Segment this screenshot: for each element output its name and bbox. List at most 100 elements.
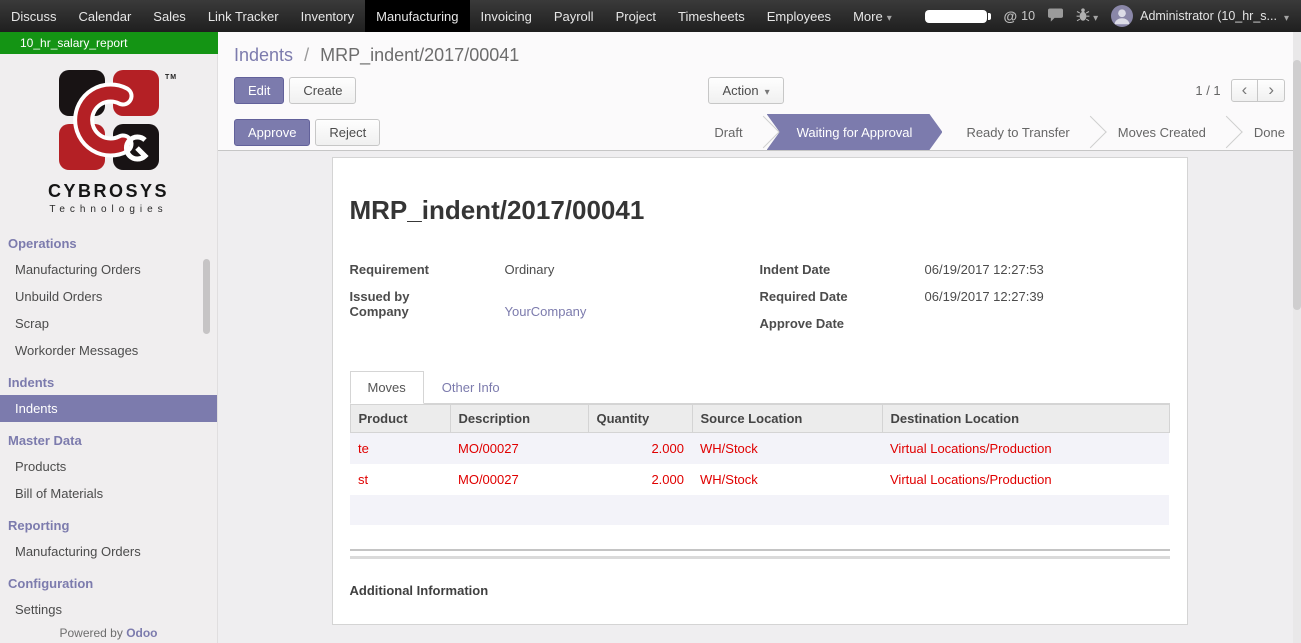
pager-value: 1 / 1 — [1195, 83, 1220, 98]
cell-quantity: 2.000 — [588, 464, 692, 495]
issued-by-company-label: Issued by Company — [350, 289, 505, 319]
approve-button[interactable]: Approve — [234, 119, 310, 146]
bug-icon — [1076, 7, 1090, 25]
menu-calendar[interactable]: Calendar — [68, 0, 143, 32]
action-menu-button[interactable]: Action — [708, 77, 783, 104]
table-row[interactable]: te MO/00027 2.000 WH/Stock Virtual Locat… — [350, 433, 1169, 465]
column-header-quantity: Quantity — [588, 405, 692, 433]
menu-timesheets[interactable]: Timesheets — [667, 0, 756, 32]
issued-by-company-value[interactable]: YourCompany — [505, 304, 587, 319]
top-navbar: Discuss Calendar Sales Link Tracker Inve… — [0, 0, 1301, 32]
column-header-product: Product — [350, 405, 450, 433]
chevron-right-icon — [1268, 83, 1274, 98]
pager-next-button[interactable] — [1257, 79, 1285, 102]
menu-employees[interactable]: Employees — [756, 0, 842, 32]
app-menus: Discuss Calendar Sales Link Tracker Inve… — [0, 0, 903, 32]
create-button[interactable]: Create — [289, 77, 356, 104]
breadcrumb-separator: / — [304, 45, 309, 65]
column-header-source-location: Source Location — [692, 405, 882, 433]
section-heading-indents: Indents — [0, 364, 217, 395]
messages-menu[interactable]: 10 — [1004, 8, 1036, 24]
chevron-left-icon — [1242, 83, 1248, 98]
field-required-date: Required Date 06/19/2017 12:27:39 — [760, 289, 1170, 309]
odoo-link[interactable]: Odoo — [126, 626, 157, 640]
control-panel-buttons: Edit Create Action 1 / 1 — [234, 66, 1285, 114]
caret-down-icon — [1093, 9, 1098, 24]
separator-line — [350, 556, 1170, 559]
additional-information-heading: Additional Information — [350, 583, 1170, 598]
sidebar-item-manufacturing-orders[interactable]: Manufacturing Orders — [0, 256, 217, 283]
stage-moves-created[interactable]: Moves Created — [1094, 114, 1230, 150]
menu-inventory[interactable]: Inventory — [290, 0, 365, 32]
cell-destination-location: Virtual Locations/Production — [882, 433, 1169, 465]
sidebar-item-unbuild-orders[interactable]: Unbuild Orders — [0, 283, 217, 310]
sidebar-item-scrap[interactable]: Scrap — [0, 310, 217, 337]
logo-subtitle: Technologies — [0, 204, 217, 215]
menu-discuss[interactable]: Discuss — [0, 0, 68, 32]
main-area: Indents / MRP_indent/2017/00041 Edit Cre… — [218, 32, 1301, 643]
required-date-value: 06/19/2017 12:27:39 — [925, 289, 1044, 309]
edit-button[interactable]: Edit — [234, 77, 284, 104]
menu-more[interactable]: More — [842, 0, 903, 32]
report-ribbon: 10_hr_salary_report — [0, 32, 218, 54]
reject-button[interactable]: Reject — [315, 119, 380, 146]
field-requirement: Requirement Ordinary — [350, 262, 760, 282]
pager-previous-button[interactable] — [1231, 79, 1259, 102]
separator-line — [350, 549, 1170, 551]
debug-menu[interactable] — [1076, 7, 1098, 25]
stage-waiting-for-approval[interactable]: Waiting for Approval — [767, 114, 943, 150]
cell-quantity: 2.000 — [588, 433, 692, 465]
sidebar-scrollbar[interactable] — [203, 54, 210, 643]
column-header-destination-location: Destination Location — [882, 405, 1169, 433]
section-heading-configuration: Configuration — [0, 565, 217, 596]
tab-other-info[interactable]: Other Info — [424, 371, 518, 404]
menu-link-tracker[interactable]: Link Tracker — [197, 0, 290, 32]
section-heading-operations: Operations — [0, 225, 217, 256]
control-panel: Indents / MRP_indent/2017/00041 Edit Cre… — [218, 32, 1301, 114]
tab-moves[interactable]: Moves — [350, 371, 424, 404]
main-scrollbar[interactable] — [1293, 32, 1301, 643]
field-group-left: Requirement Ordinary Issued by Company Y… — [350, 262, 760, 343]
sidebar-item-products[interactable]: Products — [0, 453, 217, 480]
menu-project[interactable]: Project — [605, 0, 667, 32]
stage-done[interactable]: Done — [1230, 114, 1301, 150]
moves-table: Product Description Quantity Source Loca… — [350, 404, 1170, 525]
user-name: Administrator (10_hr_s... — [1140, 9, 1277, 23]
menu-payroll[interactable]: Payroll — [543, 0, 605, 32]
form-view: MRP_indent/2017/00041 Requirement Ordina… — [218, 151, 1301, 643]
breadcrumb: Indents / MRP_indent/2017/00041 — [234, 32, 1285, 66]
at-icon — [1004, 8, 1018, 24]
cybrosys-logo-mark — [57, 70, 161, 170]
sidebar-item-settings[interactable]: Settings — [0, 596, 217, 623]
sidebar-item-bill-of-materials[interactable]: Bill of Materials — [0, 480, 217, 507]
sidebar: TM CYBROSYS Technologies Operations Manu… — [0, 54, 218, 643]
sidebar-item-reporting-manufacturing-orders[interactable]: Manufacturing Orders — [0, 538, 217, 565]
statusbar: Approve Reject Draft Waiting for Approva… — [218, 114, 1301, 151]
chat-button[interactable] — [1048, 8, 1063, 25]
stage-draft[interactable]: Draft — [690, 114, 766, 150]
cell-source-location: WH/Stock — [692, 433, 882, 465]
caret-down-icon — [887, 9, 892, 24]
menu-more-label: More — [853, 9, 883, 24]
menu-manufacturing[interactable]: Manufacturing — [365, 0, 469, 32]
topbar-right-cluster: 10 Administrator (10_hr_s... — [925, 0, 1301, 32]
sidebar-scrollbar-thumb[interactable] — [203, 259, 210, 334]
powered-by-prefix: Powered by — [59, 626, 122, 640]
sidebar-item-indents[interactable]: Indents — [0, 395, 217, 422]
table-header-row: Product Description Quantity Source Loca… — [350, 405, 1169, 433]
approve-date-label: Approve Date — [760, 316, 925, 336]
action-menu-label: Action — [722, 83, 758, 98]
empty-row — [350, 495, 1169, 525]
breadcrumb-indents-link[interactable]: Indents — [234, 45, 293, 65]
breadcrumb-current: MRP_indent/2017/00041 — [320, 45, 519, 65]
sidebar-item-workorder-messages[interactable]: Workorder Messages — [0, 337, 217, 364]
table-row[interactable]: st MO/00027 2.000 WH/Stock Virtual Locat… — [350, 464, 1169, 495]
stage-ready-to-transfer[interactable]: Ready to Transfer — [942, 114, 1093, 150]
menu-invoicing[interactable]: Invoicing — [470, 0, 543, 32]
section-heading-reporting: Reporting — [0, 507, 217, 538]
status-pipeline: Draft Waiting for Approval Ready to Tran… — [690, 114, 1301, 150]
menu-sales[interactable]: Sales — [142, 0, 197, 32]
user-menu[interactable]: Administrator (10_hr_s... — [1111, 5, 1289, 27]
pager-buttons — [1231, 79, 1285, 102]
main-scrollbar-thumb[interactable] — [1293, 60, 1301, 310]
